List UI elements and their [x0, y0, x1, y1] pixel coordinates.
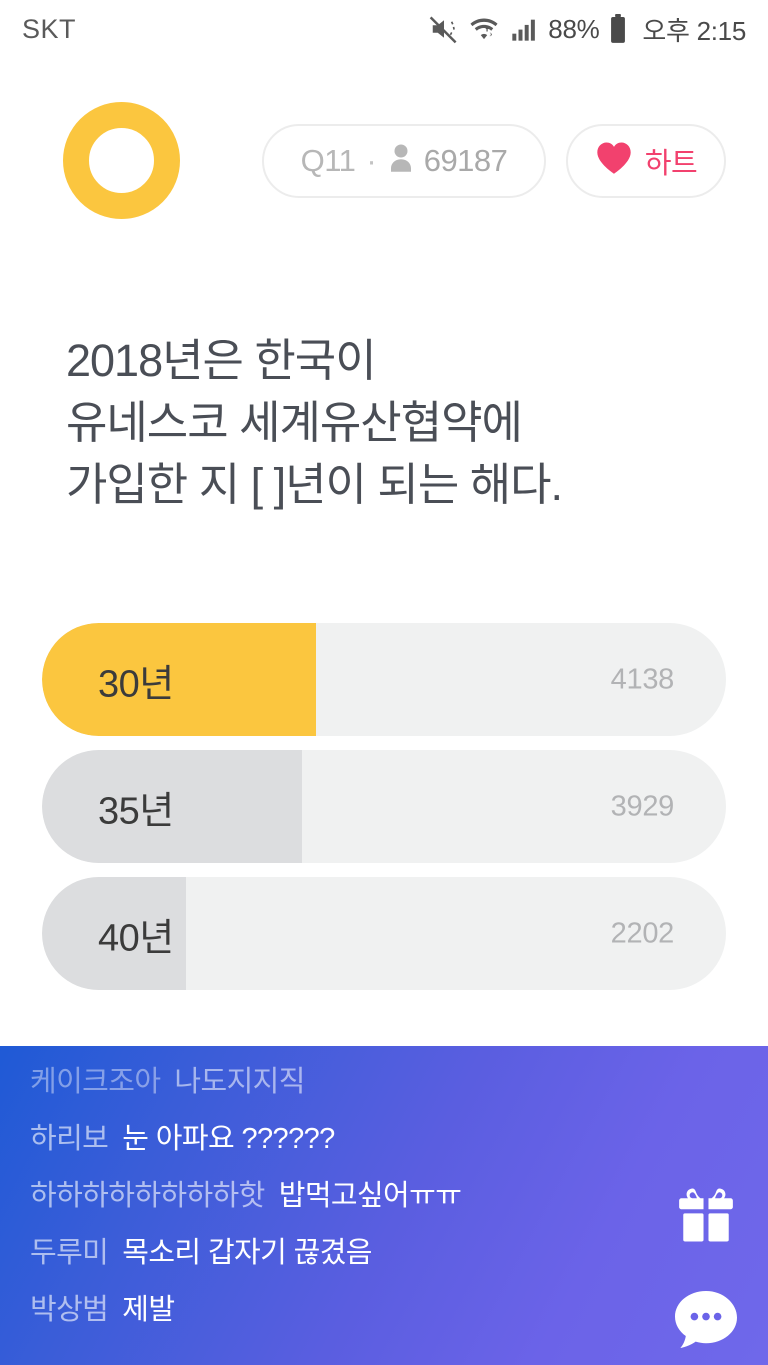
answer-label: 30년 [98, 663, 174, 705]
chat-text: 눈 아파요 ?????? [122, 1123, 335, 1155]
status-icons-group: 88% 오후 2:15 [429, 11, 746, 48]
heart-icon [595, 141, 633, 180]
chat-text: 나도지지직 [174, 1066, 305, 1098]
wifi-icon [468, 14, 500, 44]
chat-text: 밥먹고싶어ㅠㅠ [278, 1180, 462, 1212]
chat-bubble-icon[interactable] [672, 1288, 740, 1354]
answer-row[interactable]: 40년 2202 [42, 877, 726, 990]
answer-vote-count: 3929 [610, 790, 675, 822]
question-info-pill[interactable]: Q11 · 69187 [262, 123, 546, 198]
chat-nickname: 하리보 [30, 1123, 109, 1155]
chat-message: 케이크조아 나도지지직 [30, 1058, 650, 1115]
chat-nickname: 두루미 [30, 1237, 109, 1269]
heart-button[interactable]: 하트 [566, 123, 726, 198]
chat-message: 하하하하하하하하핫 밥먹고싶어ㅠㅠ [30, 1172, 650, 1229]
chat-nickname: 박상범 [30, 1294, 109, 1326]
answer-vote-count: 4138 [610, 663, 675, 695]
answer-label: 35년 [98, 790, 174, 832]
question-text: 2018년은 한국이 유네스코 세계유산협약에 가입한 지 [ ]년이 되는 해… [66, 335, 563, 511]
live-chat-overlay: 케이크조아 나도지지직 하리보 눈 아파요 ?????? 하하하하하하하하핫 밥… [0, 1046, 768, 1365]
chat-nickname: 케이크조아 [30, 1066, 161, 1098]
chat-action-buttons [672, 1186, 740, 1354]
status-bar: SKT 88% 오후 2:15 [0, 0, 768, 58]
answer-row[interactable]: 35년 3929 [42, 750, 726, 863]
yellow-ring-logo[interactable] [63, 102, 180, 219]
chat-message-list[interactable]: 케이크조아 나도지지직 하리보 눈 아파요 ?????? 하하하하하하하하핫 밥… [30, 1058, 650, 1343]
chat-message: 박상범 제발 [30, 1286, 650, 1343]
chat-nickname: 하하하하하하하하핫 [30, 1180, 265, 1212]
mute-vibrate-icon [429, 14, 459, 44]
answer-vote-count: 2202 [610, 917, 675, 949]
answer-list: 30년 4138 35년 3929 40년 2202 [42, 623, 726, 1004]
carrier-label: SKT [22, 13, 77, 44]
chat-message: 두루미 목소리 갑자기 끊겼음 [30, 1229, 650, 1286]
chat-text: 목소리 갑자기 끊겼음 [122, 1237, 372, 1269]
answer-bar-fill [42, 623, 316, 736]
battery-icon [608, 14, 628, 44]
answer-row[interactable]: 30년 4138 [42, 623, 726, 736]
answer-label: 40년 [98, 917, 174, 959]
chat-message: 하리보 눈 아파요 ?????? [30, 1115, 650, 1172]
gift-icon[interactable] [675, 1186, 737, 1244]
battery-percent-label: 88% [548, 13, 600, 44]
question-number-label: Q11 [300, 142, 356, 178]
viewer-count-label: 69187 [423, 142, 508, 178]
chat-text: 제발 [122, 1294, 175, 1326]
broadcast-header: Q11 · 69187 하트 [0, 58, 768, 263]
separator-dot: · [366, 142, 377, 178]
heart-label: 하트 [644, 147, 698, 180]
clock-label: 오후 2:15 [642, 15, 746, 46]
person-icon [388, 143, 414, 178]
signal-bars-icon [509, 15, 539, 43]
